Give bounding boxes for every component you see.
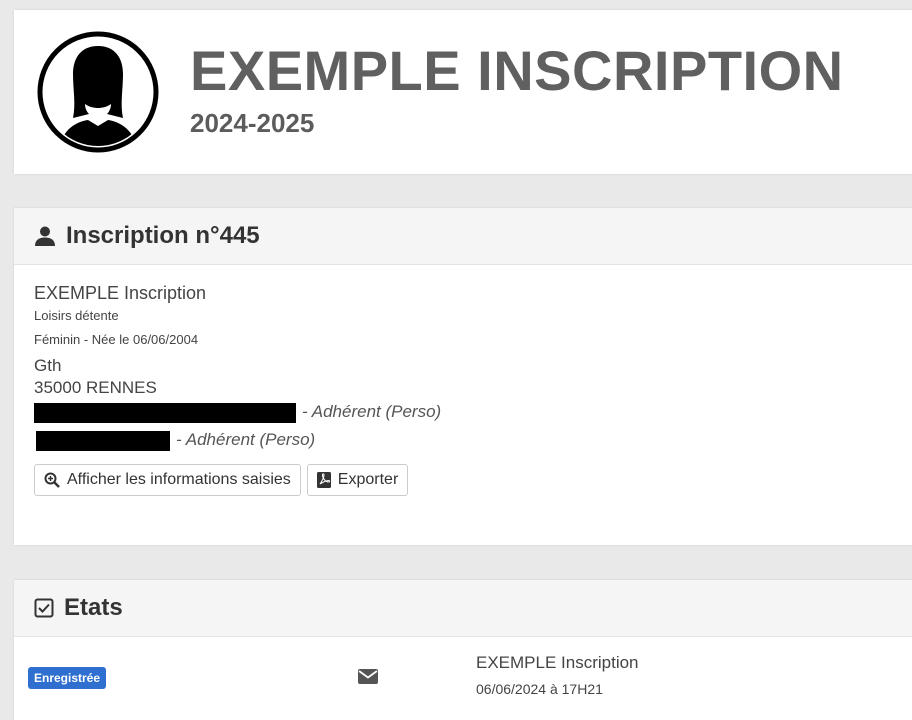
export-label: Exporter: [337, 471, 399, 488]
user-avatar-icon: [37, 31, 159, 153]
contact-row: - Adhérent (Perso): [34, 430, 912, 454]
etats-card: Etats Enregistrée EXEMPLE Inscription 06…: [14, 580, 912, 720]
inscription-header: Inscription n°445: [14, 208, 912, 265]
contact-role: - Adhérent (Perso): [302, 402, 442, 421]
member-details: Féminin - Née le 06/06/2004: [34, 332, 199, 347]
etat-row: Enregistrée EXEMPLE Inscription 06/06/20…: [14, 637, 912, 717]
etats-header: Etats: [14, 580, 912, 637]
etat-timestamp: 06/06/2024 à 17H21: [476, 681, 603, 697]
export-button[interactable]: Exporter: [306, 464, 409, 496]
pdf-icon: [316, 472, 331, 488]
checkbox-icon: [34, 598, 54, 618]
zoom-icon: [44, 472, 60, 488]
contact-row: - Adhérent (Perso): [34, 402, 912, 426]
inscription-title: Inscription n°445: [66, 222, 260, 249]
activity-name: Loisirs détente: [34, 308, 119, 323]
user-icon: [35, 226, 55, 246]
show-info-button[interactable]: Afficher les informations saisies: [34, 464, 301, 496]
address-line1: Gth: [34, 356, 62, 375]
page-title: EXEMPLE INSCRIPTION: [190, 39, 844, 102]
address-line2: 35000 RENNES: [34, 378, 157, 397]
profile-header-card: EXEMPLE INSCRIPTION 2024-2025: [14, 10, 912, 174]
show-info-label: Afficher les informations saisies: [67, 471, 291, 488]
member-name: EXEMPLE Inscription: [34, 283, 207, 303]
inscription-card: Inscription n°445 EXEMPLE Inscription Lo…: [14, 208, 912, 545]
season-subtitle: 2024-2025: [190, 108, 315, 138]
etats-title: Etats: [64, 594, 123, 621]
envelope-icon: [358, 669, 378, 684]
etat-author: EXEMPLE Inscription: [476, 653, 639, 672]
redacted-block: [34, 402, 296, 423]
redacted-block: [36, 430, 170, 451]
contact-role: - Adhérent (Perso): [176, 430, 316, 449]
status-badge: Enregistrée: [28, 667, 107, 689]
